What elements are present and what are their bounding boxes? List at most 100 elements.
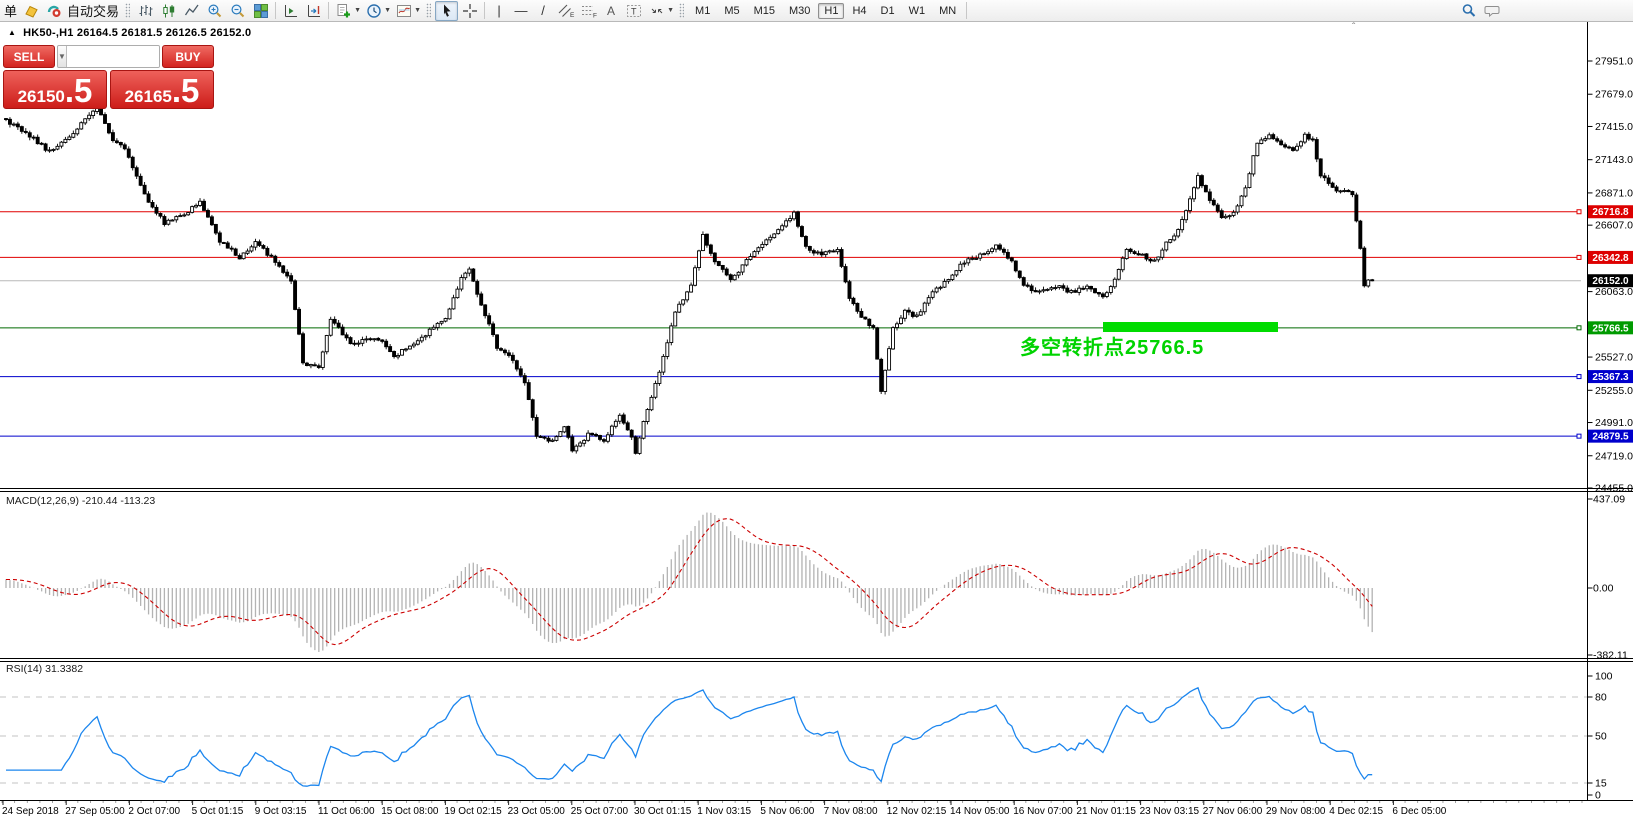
svg-text:24991.0: 24991.0 bbox=[1595, 417, 1633, 429]
svg-text:15 Oct 08:00: 15 Oct 08:00 bbox=[381, 806, 439, 817]
period-dropdown[interactable]: ▼ bbox=[383, 7, 392, 14]
svg-text:6 Dec 05:00: 6 Dec 05:00 bbox=[1392, 806, 1446, 817]
search-icon[interactable] bbox=[1457, 1, 1480, 21]
new-chart-dropdown[interactable]: ▼ bbox=[353, 7, 362, 14]
svg-text:14 Nov 05:00: 14 Nov 05:00 bbox=[950, 806, 1010, 817]
svg-text:29 Nov 08:00: 29 Nov 08:00 bbox=[1266, 806, 1326, 817]
template-icon[interactable] bbox=[392, 1, 415, 21]
chat-icon[interactable] bbox=[1480, 1, 1503, 21]
svg-text:5 Oct 01:15: 5 Oct 01:15 bbox=[192, 806, 244, 817]
equidistant-channel-tool[interactable]: E bbox=[554, 1, 577, 21]
tab-d1[interactable]: D1 bbox=[875, 3, 901, 19]
price-chart-canvas[interactable]: 27951.0 27679.0 27415.0 27143.0 26871.0 26607… bbox=[0, 0, 1633, 819]
rsi-value: 31.3382 bbox=[45, 663, 84, 675]
text-label-tool[interactable]: T bbox=[622, 1, 645, 21]
volume-stepper: ▼ ▲ bbox=[57, 45, 160, 68]
volume-decrease-button[interactable]: ▼ bbox=[58, 46, 67, 67]
tab-w1[interactable]: W1 bbox=[903, 3, 932, 19]
svg-text:11 Oct 06:00: 11 Oct 06:00 bbox=[318, 806, 375, 817]
tab-m15[interactable]: M15 bbox=[748, 3, 781, 19]
symbol-ohlc-text: HK50-,H1 26164.5 26181.5 26126.5 26152.0 bbox=[23, 27, 252, 39]
tab-m5[interactable]: M5 bbox=[718, 3, 745, 19]
turning-point-annotation[interactable]: 多空转折点25766.5 bbox=[1020, 331, 1204, 360]
toolbar-separator bbox=[484, 2, 486, 19]
bar-chart-icon[interactable] bbox=[134, 1, 157, 21]
chart-title: ▲ HK50-,H1 26164.5 26181.5 26126.5 26152.… bbox=[8, 27, 251, 39]
buy-button[interactable]: BUY bbox=[162, 45, 214, 68]
toolbar-separator bbox=[966, 2, 968, 19]
cursor-tool-icon[interactable] bbox=[435, 0, 459, 21]
svg-text:E: E bbox=[570, 12, 575, 19]
tab-m1[interactable]: M1 bbox=[689, 3, 716, 19]
svg-text:27143.0: 27143.0 bbox=[1595, 154, 1633, 166]
tab-h4[interactable]: H4 bbox=[846, 3, 872, 19]
toolbar-grip[interactable] bbox=[125, 3, 131, 18]
svg-text:27 Sep 05:00: 27 Sep 05:00 bbox=[65, 806, 125, 817]
arrows-tool[interactable] bbox=[645, 1, 668, 21]
svg-text:26152.0: 26152.0 bbox=[1592, 276, 1629, 287]
svg-text:24879.5: 24879.5 bbox=[1592, 432, 1629, 443]
svg-text:23 Nov 03:15: 23 Nov 03:15 bbox=[1140, 806, 1200, 817]
trendline-tool[interactable]: / bbox=[532, 3, 554, 18]
macd-indicator-label: MACD(12,26,9) -210.44 -113.23 bbox=[6, 495, 156, 507]
svg-text:9 Oct 03:15: 9 Oct 03:15 bbox=[255, 806, 307, 817]
svg-text:27679.0: 27679.0 bbox=[1595, 89, 1633, 101]
fibonacci-tool[interactable]: F bbox=[577, 1, 600, 21]
vertical-line-tool[interactable]: | bbox=[488, 3, 510, 18]
svg-text:100: 100 bbox=[1595, 671, 1613, 683]
svg-text:25367.3: 25367.3 bbox=[1592, 372, 1629, 383]
zoom-in-icon[interactable] bbox=[203, 1, 226, 21]
svg-text:7 Nov 08:00: 7 Nov 08:00 bbox=[824, 806, 878, 817]
candlestick-icon[interactable] bbox=[157, 1, 180, 21]
svg-text:25766.5: 25766.5 bbox=[1592, 323, 1629, 334]
svg-text:15: 15 bbox=[1595, 778, 1607, 790]
news-icon[interactable] bbox=[19, 1, 42, 21]
svg-text:16 Nov 07:00: 16 Nov 07:00 bbox=[1013, 806, 1073, 817]
template-dropdown[interactable]: ▼ bbox=[413, 7, 422, 14]
svg-text:25 Oct 07:00: 25 Oct 07:00 bbox=[571, 806, 629, 817]
svg-text:-382.11: -382.11 bbox=[1593, 650, 1628, 662]
horizontal-line-tool[interactable]: — bbox=[510, 3, 532, 18]
svg-text:2 Oct 07:00: 2 Oct 07:00 bbox=[128, 806, 180, 817]
tab-mn[interactable]: MN bbox=[933, 3, 962, 19]
svg-text:0.00: 0.00 bbox=[1593, 583, 1614, 595]
svg-text:5 Nov 06:00: 5 Nov 06:00 bbox=[760, 806, 814, 817]
chart-shift-marker: ˆ bbox=[1352, 22, 1356, 33]
svg-text:27415.0: 27415.0 bbox=[1595, 121, 1633, 133]
toolbar-grip[interactable] bbox=[679, 3, 685, 18]
period-clock-icon[interactable] bbox=[362, 1, 385, 21]
tab-h1[interactable]: H1 bbox=[818, 2, 845, 19]
buy-price-display[interactable]: 26165.5 bbox=[110, 70, 214, 109]
svg-text:19 Oct 02:15: 19 Oct 02:15 bbox=[444, 806, 502, 817]
toolbar-grip[interactable] bbox=[426, 3, 432, 18]
svg-text:437.09: 437.09 bbox=[1593, 494, 1625, 506]
crosshair-tool-icon[interactable] bbox=[458, 1, 481, 21]
text-tool[interactable]: A bbox=[600, 4, 622, 18]
tab-m30[interactable]: M30 bbox=[783, 3, 816, 19]
sell-button[interactable]: SELL bbox=[3, 45, 55, 68]
svg-text:50: 50 bbox=[1595, 731, 1607, 743]
line-chart-icon[interactable] bbox=[180, 1, 203, 21]
sell-price-display[interactable]: 26150.5 bbox=[3, 70, 107, 109]
svg-text:23 Oct 05:00: 23 Oct 05:00 bbox=[508, 806, 566, 817]
volume-input[interactable] bbox=[66, 46, 159, 67]
svg-text:26871.0: 26871.0 bbox=[1595, 187, 1633, 199]
autotrade-button[interactable]: 自动交易 bbox=[65, 1, 121, 20]
arrows-dropdown[interactable]: ▼ bbox=[666, 7, 675, 14]
panel-collapse-icon[interactable]: ▲ bbox=[8, 28, 16, 37]
svg-text:25527.0: 25527.0 bbox=[1595, 352, 1633, 364]
svg-text:26063.0: 26063.0 bbox=[1595, 286, 1633, 298]
new-chart-icon[interactable] bbox=[332, 1, 355, 21]
svg-text:21 Nov 01:15: 21 Nov 01:15 bbox=[1076, 806, 1136, 817]
svg-text:26342.8: 26342.8 bbox=[1592, 253, 1629, 264]
auto-scroll-icon[interactable] bbox=[302, 1, 325, 21]
new-order-button[interactable]: 单 bbox=[2, 1, 19, 20]
one-click-trade-panel: SELL ▼ ▲ BUY 26150.5 26165.5 bbox=[3, 45, 214, 109]
chart-shift-icon[interactable] bbox=[279, 1, 302, 21]
toolbar: 单 自动交易 ▼ ▼ ▼ | — / E F A T ▼ M1 M5 M15 M… bbox=[0, 0, 1633, 22]
toolbar-separator bbox=[275, 2, 277, 19]
zoom-out-icon[interactable] bbox=[226, 1, 249, 21]
tile-windows-icon[interactable] bbox=[249, 1, 272, 21]
toolbar-separator bbox=[328, 2, 330, 19]
autotrade-icon[interactable] bbox=[42, 1, 65, 21]
